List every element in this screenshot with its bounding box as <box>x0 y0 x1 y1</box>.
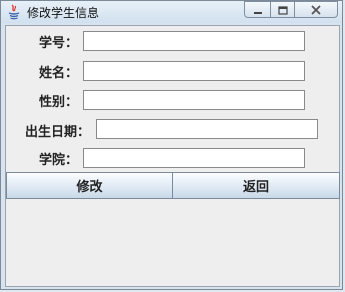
modify-button[interactable]: 修改 <box>6 172 173 199</box>
window-controls <box>244 1 338 19</box>
app-window: 修改学生信息 学号： 姓名： 性别： 出生日期： 学院： 修改 返回 <box>0 0 343 290</box>
birth-date-input[interactable] <box>96 119 318 139</box>
gender-label: 性别： <box>39 95 79 110</box>
gender-input[interactable] <box>83 90 305 110</box>
title-bar[interactable]: 修改学生信息 <box>1 1 342 23</box>
window-title: 修改学生信息 <box>27 6 100 20</box>
birth-date-label: 出生日期： <box>25 125 91 140</box>
form-panel: 学号： 姓名： 性别： 出生日期： 学院： 修改 返回 <box>5 25 340 287</box>
close-button[interactable] <box>295 1 338 18</box>
back-button[interactable]: 返回 <box>172 172 340 199</box>
name-label: 姓名： <box>39 66 79 81</box>
student-id-label: 学号： <box>39 36 79 51</box>
student-id-input[interactable] <box>83 31 305 51</box>
college-input[interactable] <box>83 148 305 168</box>
maximize-button[interactable] <box>270 1 295 18</box>
name-input[interactable] <box>83 61 305 81</box>
minimize-button[interactable] <box>244 1 270 18</box>
maximize-icon <box>277 0 288 19</box>
college-label: 学院： <box>39 153 79 168</box>
java-icon <box>7 4 21 20</box>
close-icon <box>310 0 322 19</box>
minimize-icon <box>253 0 263 19</box>
